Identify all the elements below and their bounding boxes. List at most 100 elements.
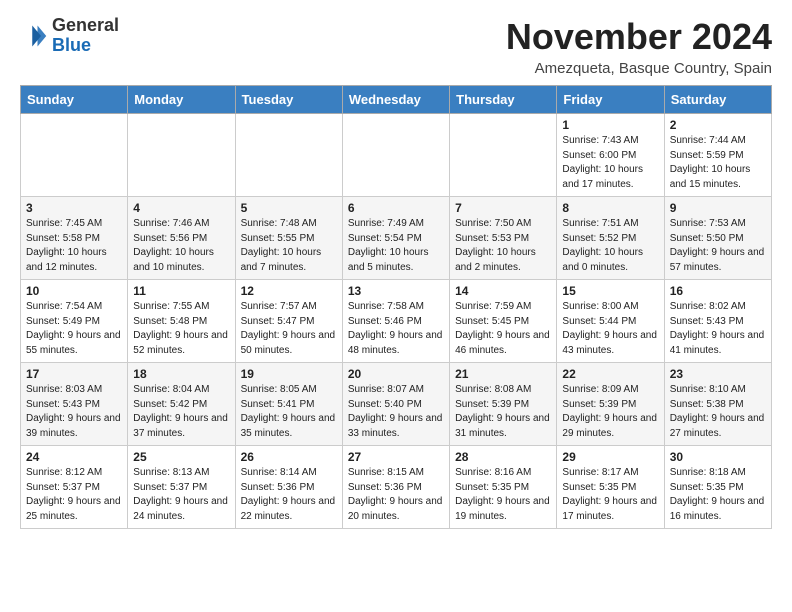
- calendar-cell: 11Sunrise: 7:55 AM Sunset: 5:48 PM Dayli…: [128, 280, 235, 363]
- day-number: 23: [670, 367, 766, 381]
- calendar-cell: 23 Sunrise: 8:10 AM Sunset: 5:38 PM Dayli…: [664, 363, 771, 446]
- day-number: 14: [455, 284, 551, 298]
- calendar-cell: 6 Sunrise: 7:49 AM Sunset: 5:54 PM Daylig…: [342, 197, 449, 280]
- day-number: 29: [562, 450, 658, 464]
- day-info: Sunrise: 7:51 AM Sunset: 5:52 PM Dayligh…: [562, 217, 658, 275]
- calendar-cell: 20 Sunrise: 8:07 AM Sunset: 5:40 PM Dayli…: [342, 363, 449, 446]
- day-number: 16: [670, 284, 766, 298]
- day-number: 20: [348, 367, 444, 381]
- calendar-cell: 8 Sunrise: 7:51 AM Sunset: 5:52 PM Daylig…: [557, 197, 664, 280]
- day-info: Sunrise: 7:59 AM Sunset: 5:45 PM Dayligh…: [455, 300, 551, 358]
- day-info: Sunrise: 7:49 AM Sunset: 5:54 PM Dayligh…: [348, 217, 444, 275]
- day-info: Sunrise: 8:05 AM Sunset: 5:41 PM Dayligh…: [241, 383, 337, 441]
- day-number: 4: [133, 201, 229, 215]
- calendar-cell: 1 Sunrise: 7:43 AM Sunset: 6:00 PM Daylig…: [557, 114, 664, 197]
- day-info: Sunrise: 7:43 AM Sunset: 6:00 PM Dayligh…: [562, 134, 658, 192]
- header-sunday: Sunday: [21, 86, 128, 114]
- calendar-cell: [450, 114, 557, 197]
- calendar-week-2: 3Sunrise: 7:45 AM Sunset: 5:58 PM Daylig…: [21, 197, 772, 280]
- calendar-cell: 7 Sunrise: 7:50 AM Sunset: 5:53 PM Daylig…: [450, 197, 557, 280]
- calendar-cell: 21 Sunrise: 8:08 AM Sunset: 5:39 PM Dayli…: [450, 363, 557, 446]
- day-info: Sunrise: 7:48 AM Sunset: 5:55 PM Dayligh…: [241, 217, 337, 275]
- day-info: Sunrise: 7:45 AM Sunset: 5:58 PM Dayligh…: [26, 217, 122, 275]
- calendar-cell: 22 Sunrise: 8:09 AM Sunset: 5:39 PM Dayli…: [557, 363, 664, 446]
- day-info: Sunrise: 8:03 AM Sunset: 5:43 PM Dayligh…: [26, 383, 122, 441]
- calendar-cell: 15 Sunrise: 8:00 AM Sunset: 5:44 PM Dayli…: [557, 280, 664, 363]
- day-number: 7: [455, 201, 551, 215]
- calendar-header: Sunday Monday Tuesday Wednesday Thursday…: [21, 86, 772, 114]
- day-number: 5: [241, 201, 337, 215]
- day-number: 22: [562, 367, 658, 381]
- day-number: 26: [241, 450, 337, 464]
- header-tuesday: Tuesday: [235, 86, 342, 114]
- day-info: Sunrise: 7:58 AM Sunset: 5:46 PM Dayligh…: [348, 300, 444, 358]
- day-number: 8: [562, 201, 658, 215]
- calendar-cell: 26 Sunrise: 8:14 AM Sunset: 5:36 PM Dayli…: [235, 446, 342, 529]
- day-info: Sunrise: 7:54 AM Sunset: 5:49 PM Dayligh…: [26, 300, 122, 358]
- day-number: 30: [670, 450, 766, 464]
- day-info: Sunrise: 7:53 AM Sunset: 5:50 PM Dayligh…: [670, 217, 766, 275]
- day-number: 24: [26, 450, 122, 464]
- calendar-week-5: 24 Sunrise: 8:12 AM Sunset: 5:37 PM Dayli…: [21, 446, 772, 529]
- day-info: Sunrise: 7:46 AM Sunset: 5:56 PM Dayligh…: [133, 217, 229, 275]
- day-number: 1: [562, 118, 658, 132]
- calendar-cell: 3Sunrise: 7:45 AM Sunset: 5:58 PM Daylig…: [21, 197, 128, 280]
- logo-text: General Blue: [52, 16, 119, 56]
- day-info: Sunrise: 8:09 AM Sunset: 5:39 PM Dayligh…: [562, 383, 658, 441]
- day-info: Sunrise: 8:16 AM Sunset: 5:35 PM Dayligh…: [455, 466, 551, 524]
- day-info: Sunrise: 8:15 AM Sunset: 5:36 PM Dayligh…: [348, 466, 444, 524]
- calendar-table: Sunday Monday Tuesday Wednesday Thursday…: [20, 85, 772, 529]
- day-number: 9: [670, 201, 766, 215]
- calendar-cell: 24 Sunrise: 8:12 AM Sunset: 5:37 PM Dayli…: [21, 446, 128, 529]
- calendar-week-1: 1 Sunrise: 7:43 AM Sunset: 6:00 PM Daylig…: [21, 114, 772, 197]
- day-info: Sunrise: 8:14 AM Sunset: 5:36 PM Dayligh…: [241, 466, 337, 524]
- day-number: 17: [26, 367, 122, 381]
- day-number: 15: [562, 284, 658, 298]
- header-monday: Monday: [128, 86, 235, 114]
- header: General Blue November 2024 Amezqueta, Ba…: [20, 16, 772, 77]
- month-title: November 2024: [506, 16, 772, 58]
- day-info: Sunrise: 8:17 AM Sunset: 5:35 PM Dayligh…: [562, 466, 658, 524]
- day-number: 25: [133, 450, 229, 464]
- header-row: Sunday Monday Tuesday Wednesday Thursday…: [21, 86, 772, 114]
- calendar-body: 1 Sunrise: 7:43 AM Sunset: 6:00 PM Daylig…: [21, 114, 772, 529]
- day-number: 12: [241, 284, 337, 298]
- day-info: Sunrise: 7:44 AM Sunset: 5:59 PM Dayligh…: [670, 134, 766, 192]
- day-info: Sunrise: 8:07 AM Sunset: 5:40 PM Dayligh…: [348, 383, 444, 441]
- calendar-cell: 30 Sunrise: 8:18 AM Sunset: 5:35 PM Dayli…: [664, 446, 771, 529]
- day-info: Sunrise: 8:10 AM Sunset: 5:38 PM Dayligh…: [670, 383, 766, 441]
- day-info: Sunrise: 8:08 AM Sunset: 5:39 PM Dayligh…: [455, 383, 551, 441]
- logo-icon: [20, 22, 48, 50]
- day-info: Sunrise: 8:13 AM Sunset: 5:37 PM Dayligh…: [133, 466, 229, 524]
- header-wednesday: Wednesday: [342, 86, 449, 114]
- day-info: Sunrise: 7:50 AM Sunset: 5:53 PM Dayligh…: [455, 217, 551, 275]
- calendar-cell: 18Sunrise: 8:04 AM Sunset: 5:42 PM Dayli…: [128, 363, 235, 446]
- calendar-cell: 27Sunrise: 8:15 AM Sunset: 5:36 PM Dayli…: [342, 446, 449, 529]
- header-thursday: Thursday: [450, 86, 557, 114]
- day-number: 6: [348, 201, 444, 215]
- day-number: 13: [348, 284, 444, 298]
- day-info: Sunrise: 8:12 AM Sunset: 5:37 PM Dayligh…: [26, 466, 122, 524]
- day-info: Sunrise: 8:00 AM Sunset: 5:44 PM Dayligh…: [562, 300, 658, 358]
- calendar-cell: 19Sunrise: 8:05 AM Sunset: 5:41 PM Dayli…: [235, 363, 342, 446]
- calendar-cell: 12Sunrise: 7:57 AM Sunset: 5:47 PM Dayli…: [235, 280, 342, 363]
- day-number: 2: [670, 118, 766, 132]
- title-block: November 2024 Amezqueta, Basque Country,…: [506, 16, 772, 77]
- logo-general: General: [52, 15, 119, 35]
- calendar-cell: [235, 114, 342, 197]
- day-info: Sunrise: 8:02 AM Sunset: 5:43 PM Dayligh…: [670, 300, 766, 358]
- day-info: Sunrise: 8:18 AM Sunset: 5:35 PM Dayligh…: [670, 466, 766, 524]
- calendar-cell: 25 Sunrise: 8:13 AM Sunset: 5:37 PM Dayli…: [128, 446, 235, 529]
- calendar-cell: 10Sunrise: 7:54 AM Sunset: 5:49 PM Dayli…: [21, 280, 128, 363]
- day-info: Sunrise: 7:55 AM Sunset: 5:48 PM Dayligh…: [133, 300, 229, 358]
- calendar-cell: 4 Sunrise: 7:46 AM Sunset: 5:56 PM Daylig…: [128, 197, 235, 280]
- calendar-cell: [21, 114, 128, 197]
- calendar-week-4: 17 Sunrise: 8:03 AM Sunset: 5:43 PM Dayli…: [21, 363, 772, 446]
- logo: General Blue: [20, 16, 119, 56]
- calendar-cell: [128, 114, 235, 197]
- header-friday: Friday: [557, 86, 664, 114]
- day-number: 21: [455, 367, 551, 381]
- calendar-cell: 17 Sunrise: 8:03 AM Sunset: 5:43 PM Dayli…: [21, 363, 128, 446]
- calendar-cell: 9 Sunrise: 7:53 AM Sunset: 5:50 PM Daylig…: [664, 197, 771, 280]
- calendar-cell: 28Sunrise: 8:16 AM Sunset: 5:35 PM Dayli…: [450, 446, 557, 529]
